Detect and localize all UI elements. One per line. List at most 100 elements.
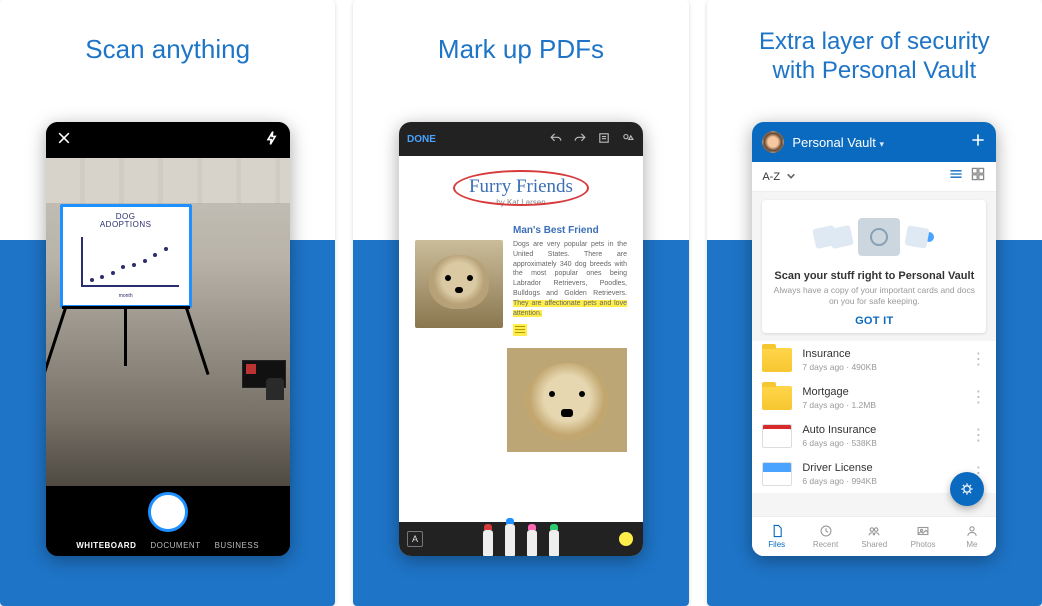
pen-green[interactable]: [549, 530, 559, 556]
sort-bar: A-Z: [752, 162, 996, 192]
doc-paragraph: Dogs are very popular pets in the United…: [513, 240, 627, 340]
markup-top-bar: DONE: [399, 122, 643, 156]
tab-label: Photos: [911, 540, 936, 549]
item-name: Insurance: [802, 348, 960, 360]
item-name: Mortgage: [802, 386, 960, 398]
sticky-note-icon[interactable]: [513, 324, 527, 336]
pen-blue[interactable]: [505, 524, 515, 556]
undo-icon[interactable]: [549, 131, 563, 148]
tab-recent[interactable]: Recent: [801, 517, 850, 556]
heading-line1: Extra layer of security: [759, 28, 990, 55]
person-silhouette: [266, 378, 284, 400]
tab-me[interactable]: Me: [948, 517, 997, 556]
item-meta: 7 days ago · 1.2MB: [802, 400, 960, 410]
chart-point: [132, 263, 136, 267]
heading-line2: with Personal Vault: [772, 57, 976, 84]
camera-top-bar: [46, 122, 290, 158]
mode-whiteboard[interactable]: WHITEBOARD: [76, 541, 136, 550]
chart-point: [121, 265, 125, 269]
list-item[interactable]: Auto Insurance 6 days ago · 538KB ⋮: [752, 417, 996, 455]
pen-tray: [483, 524, 559, 556]
ceiling: [46, 158, 290, 204]
avatar[interactable]: [762, 131, 784, 153]
shapes-icon[interactable]: [621, 131, 635, 148]
more-icon[interactable]: ⋮: [970, 432, 986, 440]
item-meta: 6 days ago · 994KB: [802, 476, 960, 486]
camera-viewfinder: DOG ADOPTIONS: [46, 158, 290, 486]
chart-point: [100, 275, 104, 279]
sort-label[interactable]: A-Z: [762, 171, 780, 183]
item-name: Auto Insurance: [802, 424, 960, 436]
panel-scan: Scan anything DOG ADOPTIONS: [0, 0, 335, 606]
grid-view-icon[interactable]: [970, 166, 986, 187]
dog-image-2: [507, 348, 627, 452]
list-view-icon[interactable]: [948, 166, 964, 187]
add-icon[interactable]: [970, 132, 986, 153]
item-name: Driver License: [802, 462, 960, 474]
mode-document[interactable]: DOCUMENT: [150, 541, 200, 550]
chart-y-axis: [81, 237, 83, 287]
redo-icon[interactable]: [573, 131, 587, 148]
panel-heading: Mark up PDFs: [353, 34, 688, 65]
folder-icon: [762, 348, 792, 372]
promo-card: Scan your stuff right to Personal Vault …: [762, 200, 986, 333]
shutter-button[interactable]: [148, 492, 188, 532]
section-heading: Man's Best Friend: [513, 225, 627, 236]
panel-heading: Scan anything: [0, 34, 335, 65]
vault-header: Personal Vault ▾: [752, 122, 996, 162]
dog-image-1: [415, 240, 503, 328]
mode-business[interactable]: BUSINESS: [215, 541, 259, 550]
note-icon[interactable]: [597, 131, 611, 148]
done-button[interactable]: DONE: [407, 134, 436, 145]
list-item[interactable]: Mortgage 7 days ago · 1.2MB ⋮: [752, 379, 996, 417]
ink-circle-annotation: [453, 170, 589, 206]
promo-illustration: [772, 210, 976, 264]
panel-markup: Mark up PDFs DONE Furry Friends by Kat L…: [353, 0, 688, 606]
scan-fab-button[interactable]: [950, 472, 984, 506]
doc-title-area: Furry Friends by Kat Larsen: [415, 176, 627, 207]
room-bg: DOG ADOPTIONS: [46, 158, 290, 486]
got-it-button[interactable]: GOT IT: [772, 315, 976, 327]
card-icon: [905, 225, 930, 249]
pen-red[interactable]: [483, 530, 493, 556]
chart-point: [164, 247, 168, 251]
pdf-document[interactable]: Furry Friends by Kat Larsen Man's Best F…: [399, 156, 643, 522]
chart-point: [143, 259, 147, 263]
phone-vault: Personal Vault ▾ A-Z Scan your stuff rig…: [752, 122, 996, 556]
tab-shared[interactable]: Shared: [850, 517, 899, 556]
chart-point: [111, 271, 115, 275]
capture-mode-tabs[interactable]: WHITEBOARD DOCUMENT BUSINESS: [76, 541, 259, 550]
whiteboard: DOG ADOPTIONS: [60, 204, 192, 308]
item-meta: 7 days ago · 490KB: [802, 362, 960, 372]
document-icon: [762, 424, 792, 448]
whiteboard-easel: DOG ADOPTIONS: [60, 204, 208, 364]
chevron-down-icon[interactable]: [786, 168, 796, 186]
card-icon: [828, 225, 854, 249]
phone-markup: DONE Furry Friends by Kat Larsen Man's B…: [399, 122, 643, 556]
vault-title-dropdown[interactable]: Personal Vault ▾: [792, 135, 962, 150]
bottom-nav: Files Recent Shared Photos Me: [752, 516, 996, 556]
phone-scan: DOG ADOPTIONS: [46, 122, 290, 556]
more-icon[interactable]: ⋮: [970, 356, 986, 364]
markup-toolbar: [549, 131, 635, 148]
file-list: Insurance 7 days ago · 490KB ⋮ Mortgage 7 …: [752, 341, 996, 493]
safe-icon: [858, 218, 900, 256]
tab-files[interactable]: Files: [752, 517, 801, 556]
flash-icon[interactable]: [264, 130, 280, 151]
font-indicator[interactable]: A: [407, 531, 423, 547]
tab-label: Files: [768, 540, 785, 549]
highlight-annotation: They are affectionate pets and love atte…: [513, 300, 627, 317]
chart-xlabel: month: [73, 293, 179, 299]
board-title-line2: ADOPTIONS: [69, 221, 183, 229]
tab-label: Shared: [861, 540, 887, 549]
color-swatch-yellow[interactable]: [619, 532, 633, 546]
tab-photos[interactable]: Photos: [899, 517, 948, 556]
panel-heading: Extra layer of security with Personal Va…: [707, 28, 1042, 86]
more-icon[interactable]: ⋮: [970, 394, 986, 402]
pen-pink[interactable]: [527, 530, 537, 556]
item-meta: 6 days ago · 538KB: [802, 438, 960, 448]
vault-title-text: Personal Vault: [792, 135, 876, 150]
chart-x-axis: [81, 285, 179, 287]
close-icon[interactable]: [56, 130, 72, 151]
list-item[interactable]: Insurance 7 days ago · 490KB ⋮: [752, 341, 996, 379]
